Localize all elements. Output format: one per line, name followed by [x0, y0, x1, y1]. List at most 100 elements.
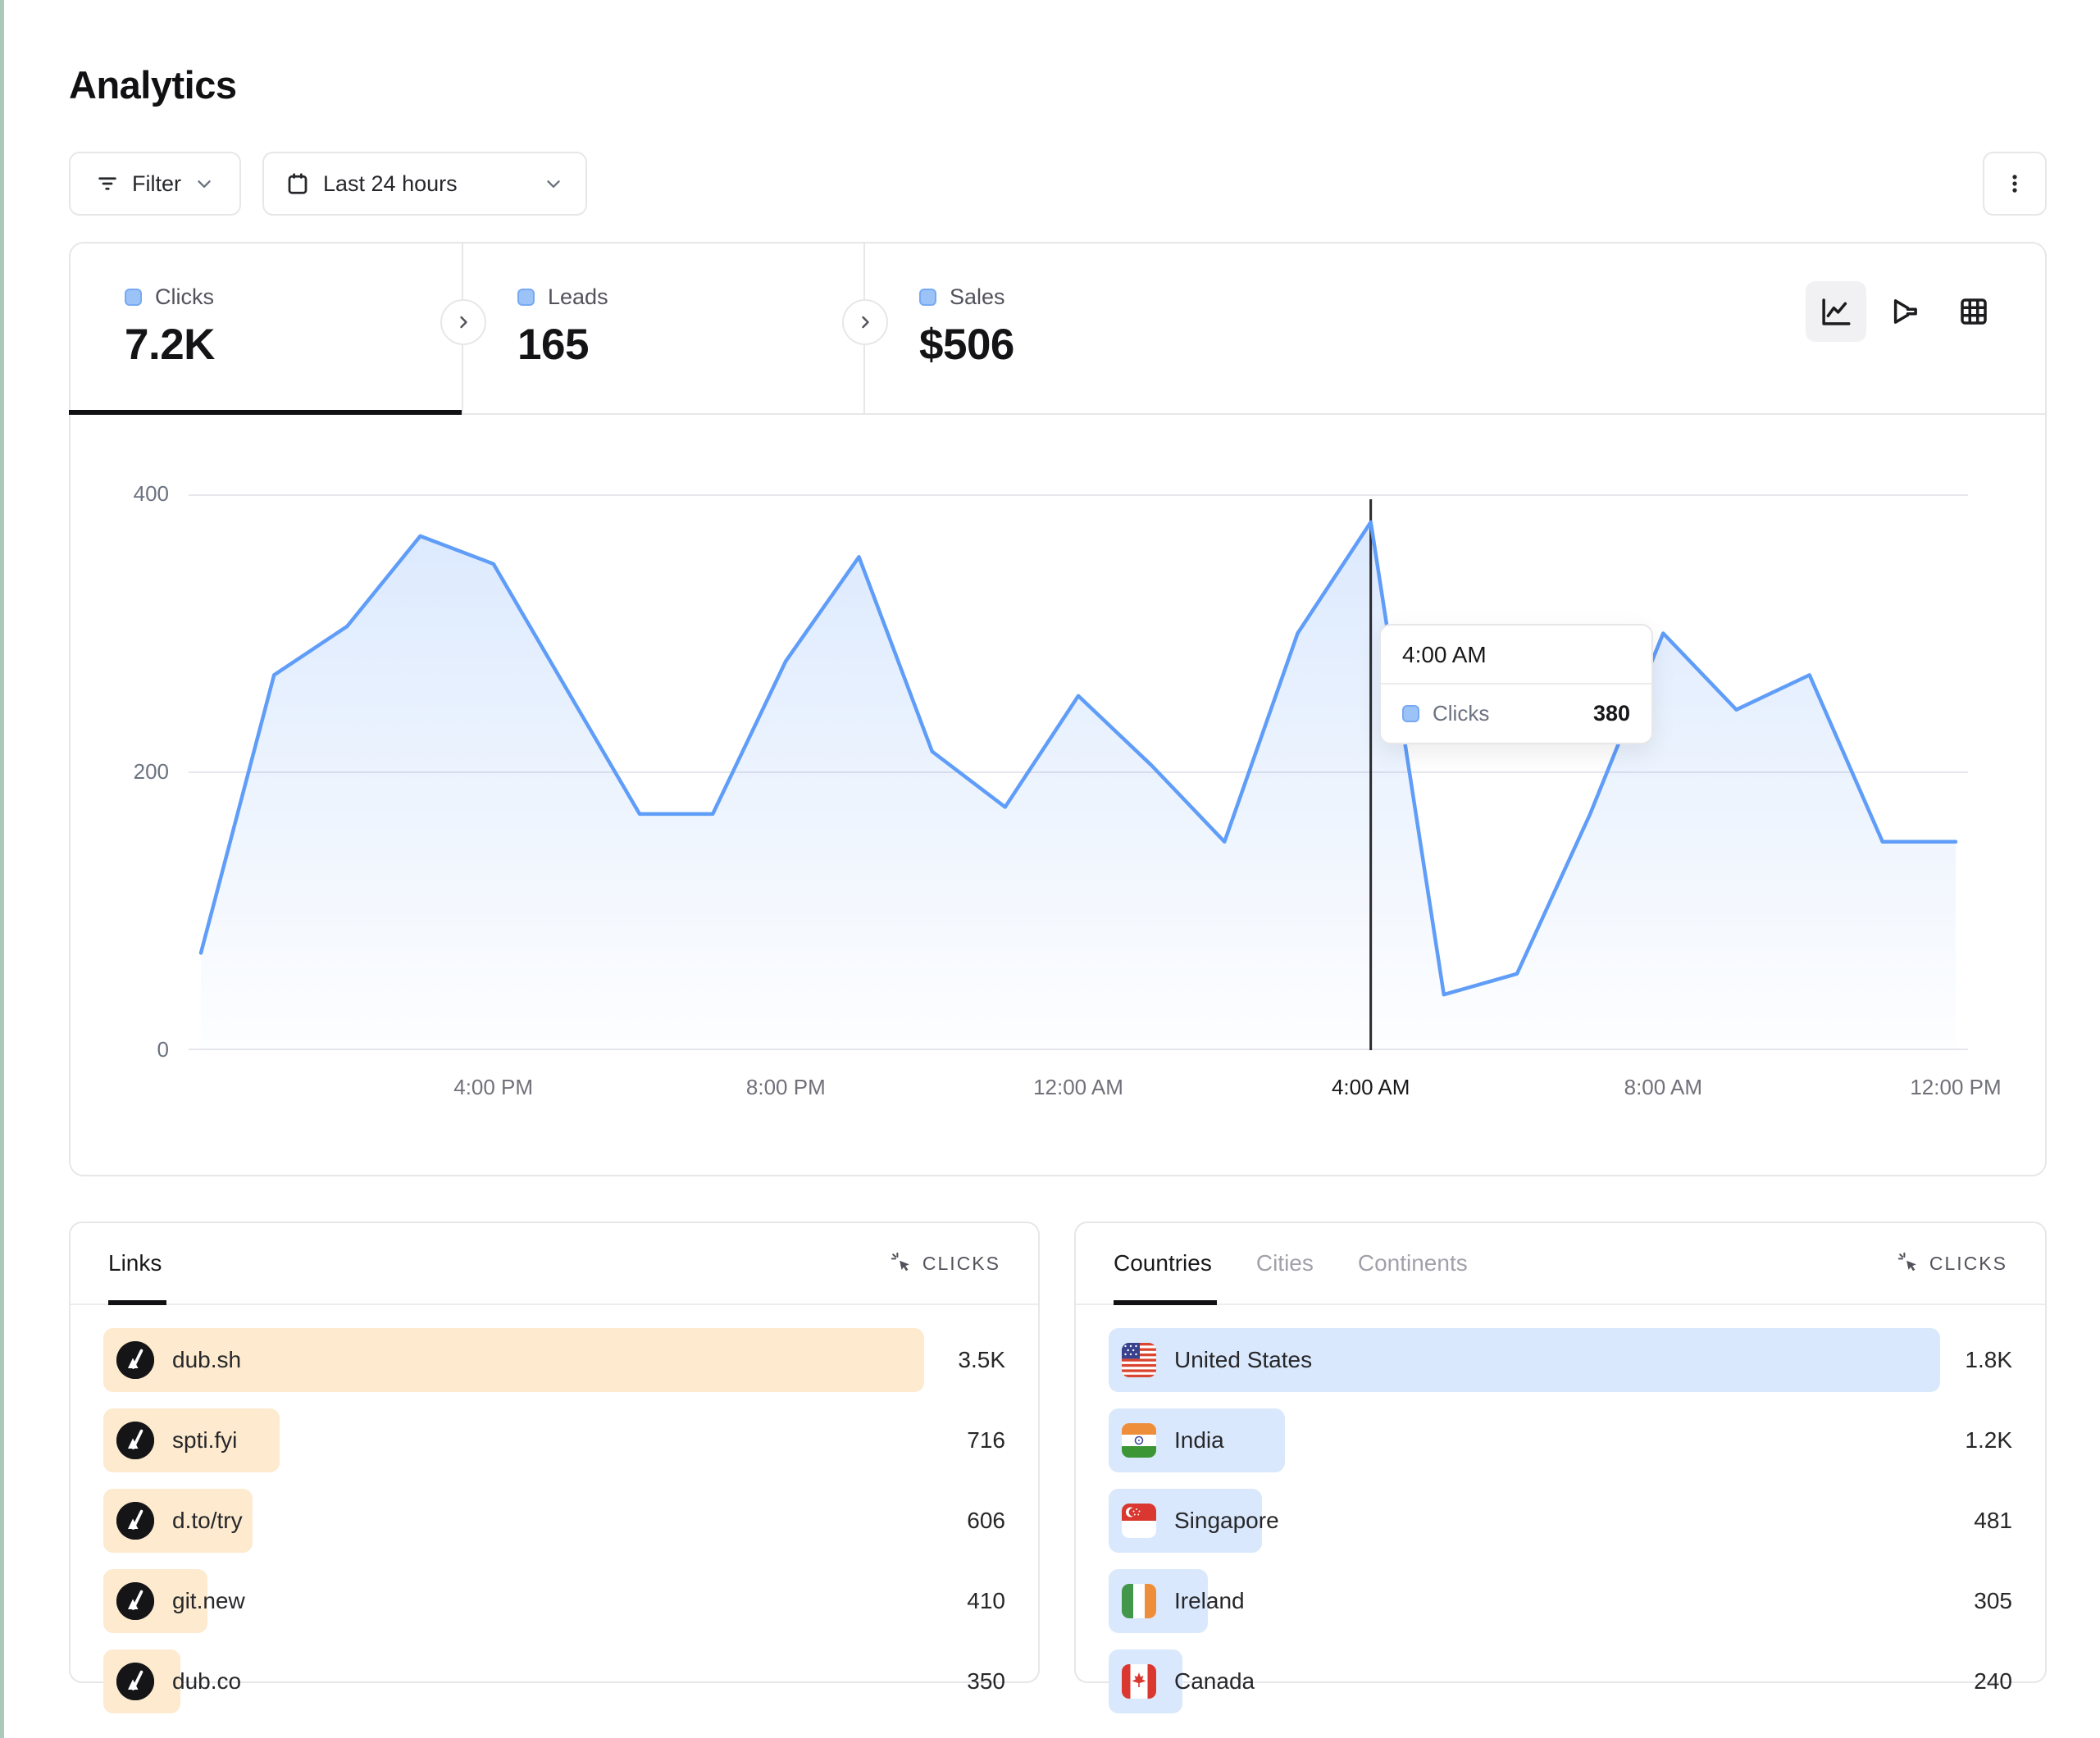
link-label: git.new [172, 1588, 245, 1614]
clicks-count: 240 [1974, 1668, 2012, 1695]
tab-leads[interactable]: Leads 165 [463, 243, 865, 413]
link-label: spti.fyi [172, 1427, 237, 1454]
expand-leads-button[interactable] [842, 299, 888, 345]
chevron-right-icon [453, 312, 473, 332]
stat-value: 165 [517, 320, 863, 370]
chevron-right-icon [855, 312, 875, 332]
flag-ie-icon [1122, 1584, 1156, 1618]
country-label: Canada [1174, 1668, 1255, 1695]
x-axis-label: 8:00 PM [720, 1075, 851, 1100]
tab-countries[interactable]: Countries [1114, 1223, 1212, 1304]
stat-label: Sales [950, 284, 1005, 310]
link-row[interactable]: spti.fyi 716 [103, 1408, 1005, 1472]
stat-label: Leads [548, 284, 608, 310]
filter-label: Filter [132, 171, 181, 197]
link-row[interactable]: git.new 410 [103, 1569, 1005, 1633]
clicks-count: 716 [967, 1427, 1005, 1454]
clicks-legend-swatch [125, 289, 142, 306]
links-list: dub.sh 3.5K spti.fyi 716 d.to/try 606 git.new 4… [71, 1305, 1038, 1713]
country-row[interactable]: Ireland 305 [1109, 1569, 2012, 1633]
country-label: Ireland [1174, 1588, 1245, 1614]
x-axis-label: 8:00 AM [1597, 1075, 1729, 1100]
links-panel: Links CLICKS dub.sh 3.5K spti.fyi 716 d.to/t… [69, 1222, 1040, 1683]
tab-clicks[interactable]: Clicks 7.2K [71, 243, 463, 413]
table-view-button[interactable] [1943, 281, 2004, 342]
country-label: India [1174, 1427, 1224, 1454]
y-axis-label: 400 [77, 481, 169, 507]
dub-logo-icon [116, 1582, 154, 1620]
flag-sg-icon [1122, 1504, 1156, 1538]
cursor-click-icon [890, 1251, 914, 1276]
kebab-menu-icon [2002, 171, 2027, 196]
analytics-page: Analytics Filter Last 24 hours [0, 0, 2100, 1738]
dub-logo-icon [116, 1502, 154, 1540]
tab-continents[interactable]: Continents [1358, 1223, 1468, 1304]
tooltip-legend-swatch [1402, 705, 1419, 722]
country-label: United States [1174, 1347, 1312, 1373]
country-row[interactable]: India 1.2K [1109, 1408, 2012, 1472]
expand-clicks-button[interactable] [440, 299, 486, 345]
flag-in-icon [1122, 1423, 1156, 1458]
link-label: dub.co [172, 1668, 241, 1695]
countries-metric-selector[interactable]: CLICKS [1897, 1251, 2007, 1276]
area-fill [201, 522, 1956, 1050]
leads-legend-swatch [517, 289, 535, 306]
link-row[interactable]: d.to/try 606 [103, 1489, 1005, 1553]
analytics-chart-card: Clicks 7.2K Leads 165 Sales $506 [69, 242, 2047, 1176]
funnel-view-button[interactable] [1875, 281, 1935, 342]
clicks-count: 606 [967, 1508, 1005, 1534]
countries-panel: Countries Cities Continents CLICKS Unite… [1074, 1222, 2047, 1683]
table-grid-icon [1957, 294, 1991, 329]
clicks-area-chart[interactable] [189, 494, 1968, 1050]
x-axis-label: 12:00 AM [1013, 1075, 1144, 1100]
page-title: Analytics [69, 62, 236, 107]
clicks-count: 305 [1974, 1588, 2012, 1614]
chevron-down-icon [543, 173, 564, 194]
countries-metric-label: CLICKS [1929, 1253, 2007, 1275]
dub-logo-icon [116, 1663, 154, 1700]
countries-list: United States 1.8K India 1.2K Singapore481 Ir… [1076, 1305, 2045, 1713]
line-chart-icon [1819, 294, 1853, 329]
clicks-count: 1.2K [1965, 1427, 2012, 1454]
clicks-count: 350 [967, 1668, 1005, 1695]
y-axis-label: 0 [77, 1037, 169, 1062]
x-axis-label: 12:00 PM [1890, 1075, 2021, 1100]
tooltip-time: 4:00 AM [1381, 626, 1651, 685]
flag-ca-icon [1122, 1664, 1156, 1699]
tab-links[interactable]: Links [108, 1223, 162, 1304]
link-label: dub.sh [172, 1347, 241, 1373]
line-chart-view-button[interactable] [1806, 281, 1866, 342]
tab-cities[interactable]: Cities [1256, 1223, 1314, 1304]
dub-logo-icon [116, 1422, 154, 1459]
funnel-chart-icon [1888, 294, 1922, 329]
calendar-icon [285, 171, 310, 196]
more-options-button[interactable] [1983, 152, 2047, 216]
stat-value: 7.2K [125, 320, 462, 370]
date-range-label: Last 24 hours [323, 171, 458, 197]
x-axis-label: 4:00 AM [1305, 1075, 1437, 1100]
clicks-count: 481 [1974, 1508, 2012, 1534]
x-axis-label: 4:00 PM [428, 1075, 559, 1100]
cursor-click-icon [1897, 1251, 1921, 1276]
date-range-button[interactable]: Last 24 hours [262, 152, 587, 216]
toolbar: Filter Last 24 hours [69, 152, 2047, 216]
filter-button[interactable]: Filter [69, 152, 241, 216]
clicks-count: 3.5K [958, 1347, 1005, 1373]
stat-label: Clicks [155, 284, 214, 310]
country-row[interactable]: United States 1.8K [1109, 1328, 2012, 1392]
tooltip-series-label: Clicks [1433, 701, 1489, 726]
stats-tabs: Clicks 7.2K Leads 165 Sales $506 [71, 243, 2045, 415]
link-row[interactable]: dub.co 350 [103, 1649, 1005, 1713]
link-row[interactable]: dub.sh 3.5K [103, 1328, 1005, 1392]
links-metric-selector[interactable]: CLICKS [890, 1251, 1000, 1276]
clicks-count: 1.8K [1965, 1347, 2012, 1373]
links-metric-label: CLICKS [922, 1253, 1000, 1275]
country-row[interactable]: Singapore481 [1109, 1489, 2012, 1553]
link-label: d.to/try [172, 1508, 243, 1534]
filter-icon [95, 171, 120, 196]
clicks-count: 410 [967, 1588, 1005, 1614]
country-row[interactable]: Canada 240 [1109, 1649, 2012, 1713]
chart-tooltip: 4:00 AM Clicks 380 [1379, 624, 1653, 744]
sales-legend-swatch [919, 289, 936, 306]
flag-us-icon [1122, 1343, 1156, 1377]
